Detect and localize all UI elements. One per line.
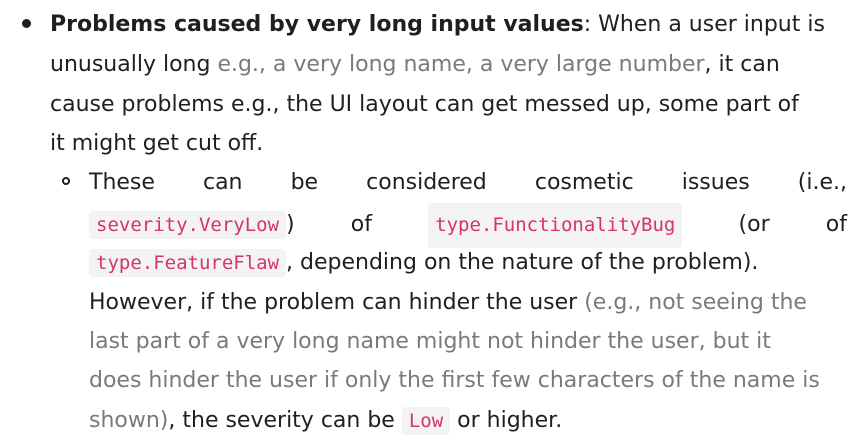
main-line-3-text: cause problems e.g., the UI layout can g… [50,92,799,117]
sub-line-4-text: However, if the problem can hinder the u… [89,290,585,315]
main-line-2-example: e.g., a very long name, a very large num… [217,52,705,77]
feature-flaw-tag: type.FeatureFlaw [89,249,287,277]
sub-word: issues [681,170,750,195]
sub-line-6: does hinder the user if only the first f… [89,361,820,400]
sub-line-5-example: last part of a very long name might not … [89,329,771,354]
sub-line-1: These can be considered cosmetic issues … [89,163,847,202]
sub-line-7: shown), the severity can be Low or highe… [89,401,562,441]
sub-line-7-example: shown) [89,408,169,433]
of-word: of [825,212,847,237]
sub-line-7-text: , the severity can be [168,408,402,433]
sub-line-3: type.FeatureFlaw, depending on the natur… [89,243,758,283]
main-line-4-text: it might get cut off. [50,131,264,156]
sub-line-7-end: or higher. [450,408,563,433]
main-line-3: cause problems e.g., the UI layout can g… [50,85,799,124]
sub-bullet-circle-icon [62,177,70,185]
main-line-1: Problems caused by very long input value… [50,5,825,44]
document-page: Problems caused by very long input value… [0,0,867,447]
severity-verylow-tag: severity.VeryLow [89,211,287,239]
severity-tag-group: severity.VeryLow) [89,205,295,245]
sub-word: cosmetic [534,170,634,195]
low-tag: Low [401,407,451,435]
sub-word: These [89,170,155,195]
sub-line-4-example: (e.g., not seeing the [584,290,807,315]
main-heading: Problems caused by very long input value… [50,12,584,37]
main-line-4: it might get cut off. [50,124,263,163]
main-line-2: unusually long e.g., a very long name, a… [50,45,780,84]
sub-line-2: severity.VeryLow) of type.FunctionalityB… [89,203,847,248]
sub-line-4: However, if the problem can hinder the u… [89,283,807,322]
sub-line-3-text: , depending on the nature of the problem… [286,250,759,275]
sub-line-5: last part of a very long name might not … [89,322,771,361]
sub-word: can [202,170,243,195]
main-line-2-end: , it can [704,52,780,77]
main-line-1-text: When a user input is [591,12,825,37]
sub-word: (i.e., [797,170,847,195]
or-word: (or [738,212,770,237]
sub-word: considered [366,170,487,195]
sub-word: be [290,170,319,195]
close-paren: ) [286,212,295,237]
of-word: of [350,212,372,237]
bullet-dot-icon [22,19,31,28]
main-line-2-start: unusually long [50,52,218,77]
functionality-bug-tag: type.FunctionalityBug [428,203,683,248]
sub-line-6-example: does hinder the user if only the first f… [89,368,820,393]
